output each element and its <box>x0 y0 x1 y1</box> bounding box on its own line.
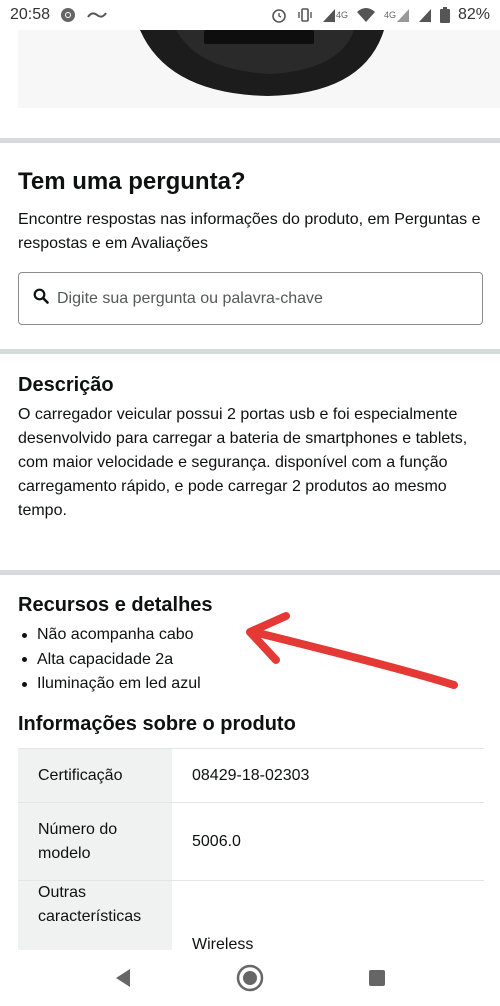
vibrate-icon <box>296 6 314 24</box>
bullet-icon <box>22 681 27 687</box>
signal-icon: 4G <box>322 7 348 23</box>
table-key: Número do modelo <box>18 802 172 881</box>
description-text: O carregador veicular possui 2 portas us… <box>18 406 468 519</box>
table-row: Certificação 08429-18-02303 <box>18 748 484 803</box>
signal-2-icon: 4G <box>384 7 410 23</box>
back-button[interactable] <box>93 953 153 1003</box>
section-divider <box>0 570 500 575</box>
back-triangle-icon <box>116 969 131 987</box>
question-section: Tem uma pergunta? Encontre respostas nas… <box>18 168 484 256</box>
bullet-icon <box>22 657 27 663</box>
section-divider <box>0 138 500 143</box>
wifi-icon <box>356 7 376 23</box>
question-search-input[interactable] <box>57 289 477 308</box>
alarm-icon <box>270 6 288 24</box>
product-info-table: Certificação 08429-18-02303 Número do mo… <box>18 748 484 981</box>
battery-icon <box>439 7 450 23</box>
home-circle-icon <box>236 964 264 992</box>
description-title: Descrição <box>18 374 114 396</box>
question-subtitle: Encontre respostas nas informações do pr… <box>18 211 481 252</box>
battery-percent: 82% <box>457 6 490 23</box>
product-info-title: Informações sobre o produto <box>18 713 296 735</box>
recents-square-icon <box>368 970 385 986</box>
table-row: Número do modelo 5006.0 <box>18 802 484 881</box>
question-title: Tem uma pergunta? <box>18 168 246 195</box>
table-key: Certificação <box>18 748 172 803</box>
product-image <box>18 30 500 108</box>
question-search-box[interactable] <box>18 272 483 325</box>
chrome-icon <box>60 7 76 23</box>
search-icon <box>33 288 49 309</box>
table-value: 08429-18-02303 <box>172 748 484 803</box>
description-section: Descrição O carregador veicular possui 2… <box>18 374 488 523</box>
status-bar: 20:58 4G 4G 82% <box>0 0 500 30</box>
red-arrow-annotation <box>236 610 466 700</box>
table-value: 5006.0 <box>172 802 484 881</box>
home-button[interactable] <box>220 953 280 1003</box>
status-time: 20:58 <box>10 6 51 23</box>
app-notification-icon <box>86 9 108 21</box>
bullet-icon <box>22 632 27 638</box>
section-divider <box>0 349 500 354</box>
recents-button[interactable] <box>347 953 407 1003</box>
signal-3-icon <box>418 7 432 23</box>
android-nav-bar <box>0 950 500 1006</box>
